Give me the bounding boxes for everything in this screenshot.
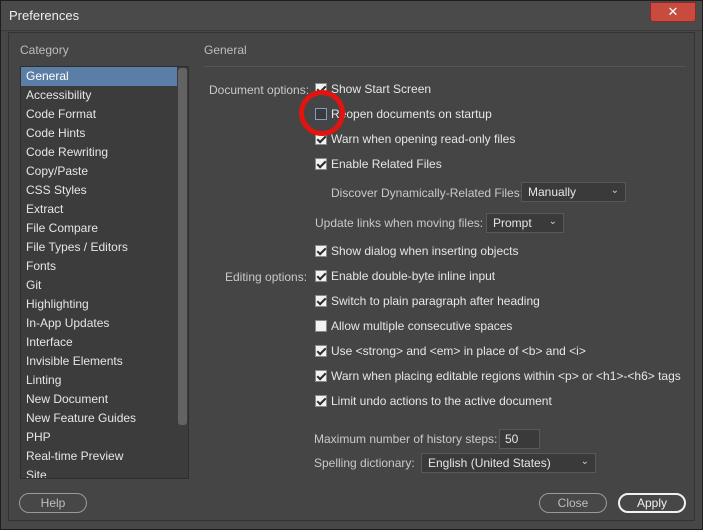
spelling-dictionary-select[interactable]: English (United States) ⌄	[421, 453, 596, 473]
category-item[interactable]: Code Rewriting	[21, 143, 177, 162]
category-item[interactable]: Git	[21, 276, 177, 295]
limit-undo-checkbox[interactable]: Limit undo actions to the active documen…	[315, 394, 552, 408]
checkbox-box[interactable]	[315, 395, 327, 407]
plain-paragraph-label: Switch to plain paragraph after heading	[331, 294, 540, 308]
strong-em-checkbox[interactable]: Use <strong> and <em> in place of <b> an…	[315, 344, 586, 358]
category-item[interactable]: Code Hints	[21, 124, 177, 143]
spelling-dictionary-label: Spelling dictionary:	[314, 456, 415, 470]
limit-undo-label: Limit undo actions to the active documen…	[331, 394, 552, 408]
close-button-label: Close	[557, 496, 589, 510]
enable-related-files-checkbox[interactable]: Enable Related Files	[315, 157, 442, 171]
section-divider	[204, 66, 686, 67]
category-item[interactable]: General	[21, 67, 177, 86]
category-list[interactable]: General Accessibility Code Format Code Hint…	[20, 66, 189, 479]
section-heading: General	[204, 43, 247, 57]
show-dialog-label: Show dialog when inserting objects	[331, 244, 519, 258]
window-title: Preferences	[9, 8, 80, 23]
double-byte-label: Enable double-byte inline input	[331, 269, 496, 283]
plain-paragraph-checkbox[interactable]: Switch to plain paragraph after heading	[315, 294, 540, 308]
close-icon: ✕	[667, 4, 679, 20]
close-button[interactable]: Close	[539, 493, 607, 513]
editing-options-label: Editing options:	[225, 270, 308, 284]
enable-related-files-label: Enable Related Files	[331, 157, 442, 171]
category-item[interactable]: Fonts	[21, 257, 177, 276]
warn-editable-label: Warn when placing editable regions withi…	[331, 369, 681, 383]
checkbox-box[interactable]	[315, 245, 327, 257]
category-scrollbar[interactable]	[178, 68, 187, 425]
category-item[interactable]: In-App Updates	[21, 314, 177, 333]
reopen-documents-checkbox[interactable]: Reopen documents on startup	[315, 107, 492, 121]
category-item[interactable]: New Document	[21, 390, 177, 409]
checkbox-box[interactable]	[315, 108, 327, 120]
help-button-label: Help	[40, 496, 66, 510]
multiple-spaces-checkbox[interactable]: Allow multiple consecutive spaces	[315, 319, 512, 333]
checkbox-box[interactable]	[315, 370, 327, 382]
category-item[interactable]: Invisible Elements	[21, 352, 177, 371]
apply-button[interactable]: Apply	[618, 493, 686, 513]
checkbox-box[interactable]	[315, 270, 327, 282]
category-item[interactable]: New Feature Guides	[21, 409, 177, 428]
show-start-screen-checkbox[interactable]: Show Start Screen	[315, 82, 431, 96]
apply-button-label: Apply	[636, 496, 668, 510]
show-start-screen-label: Show Start Screen	[331, 82, 432, 96]
double-byte-checkbox[interactable]: Enable double-byte inline input	[315, 269, 495, 283]
checkbox-box[interactable]	[315, 320, 327, 332]
checkbox-box[interactable]	[315, 158, 327, 170]
show-dialog-checkbox[interactable]: Show dialog when inserting objects	[315, 244, 518, 258]
category-item[interactable]: PHP	[21, 428, 177, 447]
category-item[interactable]: Extract	[21, 200, 177, 219]
category-item[interactable]: CSS Styles	[21, 181, 177, 200]
category-item[interactable]: Highlighting	[21, 295, 177, 314]
multiple-spaces-label: Allow multiple consecutive spaces	[331, 319, 513, 333]
category-item[interactable]: Copy/Paste	[21, 162, 177, 181]
category-item[interactable]: File Compare	[21, 219, 177, 238]
history-steps-input[interactable]: 50	[499, 429, 540, 449]
warn-editable-checkbox[interactable]: Warn when placing editable regions withi…	[315, 369, 681, 383]
strong-em-label: Use <strong> and <em> in place of <b> an…	[331, 344, 586, 358]
dialog-body: Category General Accessibility Code Format…	[8, 32, 695, 521]
preferences-window: Preferences ✕ Category General Accessibil…	[0, 0, 703, 530]
history-steps-label: Maximum number of history steps:	[314, 432, 498, 446]
close-window-button[interactable]: ✕	[650, 2, 696, 22]
discover-related-label: Discover Dynamically-Related Files:	[331, 186, 524, 200]
update-links-value: Prompt	[493, 216, 532, 230]
category-item[interactable]: Real-time Preview	[21, 447, 177, 466]
document-options-label: Document options:	[209, 83, 310, 97]
spelling-dictionary-value: English (United States)	[428, 456, 551, 470]
reopen-documents-label: Reopen documents on startup	[331, 107, 492, 121]
checkbox-box[interactable]	[315, 295, 327, 307]
update-links-label: Update links when moving files:	[315, 216, 484, 230]
chevron-down-icon: ⌄	[580, 456, 589, 467]
category-item[interactable]: File Types / Editors	[21, 238, 177, 257]
category-item[interactable]: Linting	[21, 371, 177, 390]
chevron-down-icon: ⌄	[610, 185, 619, 196]
category-item[interactable]: Interface	[21, 333, 177, 352]
warn-read-only-label: Warn when opening read-only files	[331, 132, 516, 146]
chevron-down-icon: ⌄	[548, 216, 557, 227]
checkbox-box[interactable]	[315, 345, 327, 357]
category-heading: Category	[20, 43, 69, 57]
help-button[interactable]: Help	[19, 493, 87, 513]
discover-related-value: Manually	[528, 185, 577, 199]
title-bar: Preferences ✕	[1, 1, 702, 31]
category-item[interactable]: Site	[21, 466, 177, 478]
checkbox-box[interactable]	[315, 133, 327, 145]
checkbox-box[interactable]	[315, 83, 327, 95]
category-item[interactable]: Accessibility	[21, 86, 177, 105]
discover-related-select[interactable]: Manually ⌄	[521, 182, 626, 202]
history-steps-value: 50	[505, 432, 519, 446]
update-links-select[interactable]: Prompt ⌄	[486, 213, 564, 233]
category-item[interactable]: Code Format	[21, 105, 177, 124]
warn-read-only-checkbox[interactable]: Warn when opening read-only files	[315, 132, 515, 146]
